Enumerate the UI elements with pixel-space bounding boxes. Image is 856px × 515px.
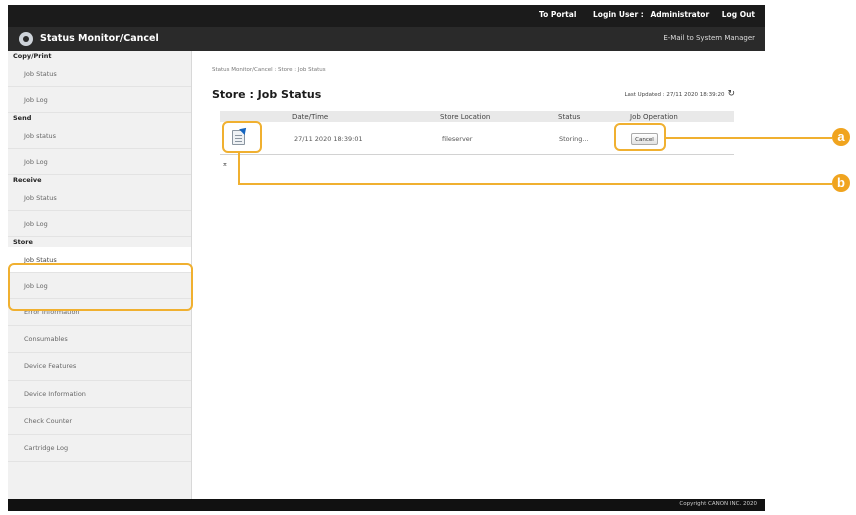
sidebar-item-receive-job-status[interactable]: Job Status	[8, 185, 191, 211]
login-user-label: Login User :	[593, 10, 644, 19]
app-frame: To Portal Login User : Administrator Log…	[8, 5, 765, 511]
last-updated: Last Updated : 27/11 2020 18:39:20 ↻	[624, 89, 735, 99]
cancel-button-highlight	[614, 123, 666, 151]
sidebar-item-receive-job-log[interactable]: Job Log	[8, 211, 191, 237]
footer: Copyright CANON INC. 2020	[8, 499, 765, 511]
callout-badge-a: a	[832, 128, 850, 146]
cell-store-location: fileserver	[442, 135, 473, 143]
callout-line-a	[666, 137, 832, 139]
top-links: To Portal Login User : Administrator Log…	[529, 10, 755, 19]
callout-badge-b: b	[832, 174, 850, 192]
column-header-store-location: Store Location	[440, 113, 491, 121]
sidebar-section-receive: Receive	[13, 176, 42, 184]
top-bar: To Portal Login User : Administrator Log…	[8, 5, 765, 27]
callout-line-b-horizontal	[238, 183, 832, 185]
sidebar-item-copy-print-job-status[interactable]: Job Status	[8, 61, 191, 87]
main-content: Status Monitor/Cancel : Store : Job Stat…	[192, 51, 765, 499]
page-title: Store : Job Status	[212, 88, 322, 101]
sidebar-item-check-counter[interactable]: Check Counter	[8, 408, 191, 435]
to-portal-link[interactable]: To Portal	[539, 10, 576, 19]
sidebar-item-send-job-log[interactable]: Job Log	[8, 149, 191, 175]
sidebar-item-device-features[interactable]: Device Features	[8, 353, 191, 381]
callout-line-b-vertical	[238, 153, 240, 184]
app-logo-icon	[19, 32, 33, 46]
sidebar-item-copy-print-job-log[interactable]: Job Log	[8, 87, 191, 113]
sidebar-item-consumables[interactable]: Consumables	[8, 326, 191, 354]
refresh-icon[interactable]: ↻	[727, 89, 735, 99]
copyright: Copyright CANON INC. 2020	[679, 501, 757, 507]
sidebar-section-store: Store	[13, 238, 33, 246]
sidebar-item-cartridge-log[interactable]: Cartridge Log	[8, 435, 191, 463]
sidebar-item-send-job-status[interactable]: Job status	[8, 123, 191, 149]
app-title: Status Monitor/Cancel	[40, 33, 159, 44]
job-icon-highlight	[222, 121, 262, 153]
logout-link[interactable]: Log Out	[722, 10, 755, 19]
scroll-to-top-icon[interactable]: ⌅	[222, 161, 228, 168]
email-system-manager-link[interactable]: E-Mail to System Manager	[663, 34, 755, 42]
store-section-highlight	[8, 263, 193, 311]
table-header: Date/Time Store Location Status Job Oper…	[220, 111, 734, 122]
sidebar-item-device-information[interactable]: Device Information	[8, 381, 191, 408]
sidebar-section-send: Send	[13, 114, 32, 122]
column-header-job-operation: Job Operation	[630, 113, 678, 121]
last-updated-text: Last Updated : 27/11 2020 18:39:20	[624, 92, 725, 98]
login-user-name: Administrator	[650, 10, 710, 19]
sidebar-section-copy-print: Copy/Print	[13, 52, 52, 60]
title-bar: Status Monitor/Cancel E-Mail to System M…	[8, 27, 765, 51]
column-header-datetime: Date/Time	[292, 113, 329, 121]
column-header-status: Status	[558, 113, 581, 121]
breadcrumb: Status Monitor/Cancel : Store : Job Stat…	[212, 67, 326, 73]
cell-status: Storing...	[559, 135, 589, 143]
cell-datetime: 27/11 2020 18:39:01	[294, 135, 363, 143]
